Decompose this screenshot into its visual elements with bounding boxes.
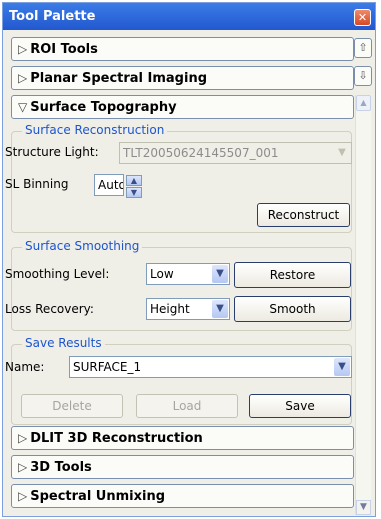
reconstruct-button[interactable]: Reconstruct <box>257 203 350 227</box>
title-bar[interactable]: Tool Palette ✕ <box>3 3 375 30</box>
sl-binning-spinner[interactable]: ▲ ▼ <box>126 175 142 198</box>
collapsed-arrow-icon: ▷ <box>18 460 28 474</box>
section-label: 3D Tools <box>30 460 92 475</box>
scroll-up-icon: ▲ <box>360 98 367 107</box>
restore-button[interactable]: Restore <box>234 262 351 288</box>
save-button[interactable]: Save <box>249 394 351 418</box>
close-icon: ✕ <box>357 11 368 24</box>
smoothing-level-value: Low <box>150 267 174 281</box>
section-spectral-unmixing[interactable]: ▷ Spectral Unmixing <box>11 484 354 508</box>
name-label: Name: <box>5 360 45 374</box>
tool-palette-window: Tool Palette ✕ ⇧ ⇩ ▲ ▼ ▷ ROI Tools ▷ Plana… <box>2 2 376 517</box>
structure-light-select[interactable]: TLT20050624145507_001 ▼ <box>119 142 352 164</box>
group-title: Save Results <box>22 336 105 350</box>
section-3d-tools[interactable]: ▷ 3D Tools <box>11 455 354 479</box>
dropdown-arrow-icon: ▼ <box>212 265 228 283</box>
delete-button[interactable]: Delete <box>21 394 123 418</box>
group-title: Surface Reconstruction <box>22 123 168 137</box>
loss-recovery-label: Loss Recovery: <box>5 302 94 316</box>
section-label: Surface Topography <box>30 100 177 115</box>
collapsed-arrow-icon: ▷ <box>18 489 28 503</box>
structure-light-label: Structure Light: <box>5 145 99 159</box>
scroll-down-icon: ▼ <box>360 502 367 512</box>
structure-light-value: TLT20050624145507_001 <box>123 146 279 160</box>
dropdown-arrow-icon: ▼ <box>334 358 350 376</box>
name-value: SURFACE_1 <box>73 360 142 374</box>
dropdown-arrow-icon: ▼ <box>334 144 350 162</box>
section-dlit-3d-reconstruction[interactable]: ▷ DLIT 3D Reconstruction <box>11 426 354 450</box>
sl-binning-input[interactable]: Auto <box>94 174 124 196</box>
section-label: ROI Tools <box>30 42 98 57</box>
loss-recovery-value: Height <box>150 302 190 316</box>
collapsed-arrow-icon: ▷ <box>18 431 28 445</box>
section-roi-tools[interactable]: ▷ ROI Tools <box>11 37 354 61</box>
section-label: Planar Spectral Imaging <box>30 71 208 86</box>
scroll-up-button[interactable]: ▲ <box>356 95 371 111</box>
expanded-arrow-icon: ▽ <box>18 100 28 114</box>
scroll-down-button[interactable]: ▼ <box>356 500 371 515</box>
collapse-all-button[interactable]: ⇩ <box>354 66 372 86</box>
collapsed-arrow-icon: ▷ <box>18 71 28 85</box>
smoothing-level-select[interactable]: Low ▼ <box>146 263 230 285</box>
section-label: DLIT 3D Reconstruction <box>30 431 203 446</box>
expand-all-button[interactable]: ⇧ <box>354 38 372 58</box>
section-label: Spectral Unmixing <box>30 489 166 504</box>
smoothing-level-label: Smoothing Level: <box>5 267 110 281</box>
group-title: Surface Smoothing <box>22 239 143 253</box>
vertical-scrollbar[interactable]: ▲ ▼ <box>355 95 371 515</box>
spin-up-icon[interactable]: ▲ <box>126 175 142 186</box>
dropdown-arrow-icon: ▼ <box>212 300 228 318</box>
sl-binning-value: Auto <box>98 178 124 192</box>
sl-binning-label: SL Binning <box>5 177 69 191</box>
name-select[interactable]: SURFACE_1 ▼ <box>69 356 352 378</box>
collapsed-arrow-icon: ▷ <box>18 42 28 56</box>
window-title: Tool Palette <box>9 9 96 24</box>
load-button[interactable]: Load <box>136 394 238 418</box>
section-planar-spectral-imaging[interactable]: ▷ Planar Spectral Imaging <box>11 66 354 90</box>
loss-recovery-select[interactable]: Height ▼ <box>146 298 230 320</box>
smooth-button[interactable]: Smooth <box>234 296 351 322</box>
section-surface-topography[interactable]: ▽ Surface Topography <box>11 95 354 119</box>
arrow-down-icon: ⇩ <box>358 69 368 82</box>
spin-down-icon[interactable]: ▼ <box>126 187 142 198</box>
arrow-up-icon: ⇧ <box>358 41 368 54</box>
close-button[interactable]: ✕ <box>354 9 371 26</box>
